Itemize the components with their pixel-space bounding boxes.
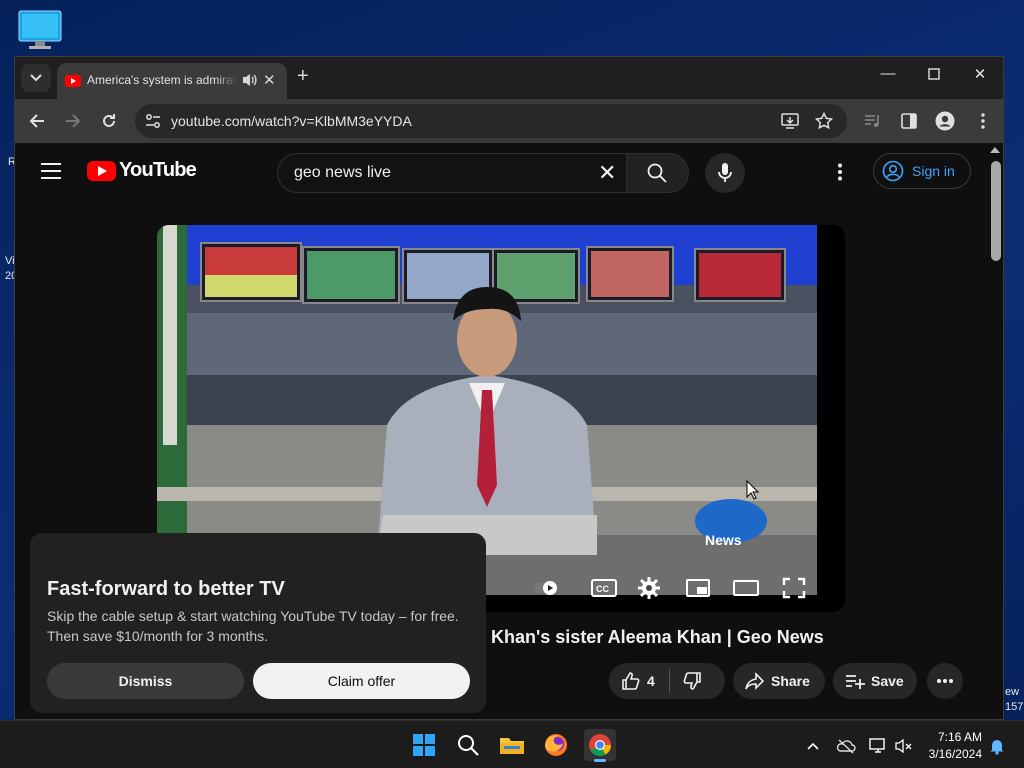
forward-button[interactable]	[61, 109, 85, 133]
youtube-logo-text: YouTube	[119, 159, 197, 181]
share-label: Share	[771, 673, 810, 689]
folder-icon	[500, 738, 524, 754]
windows-taskbar: 7:16 AM 3/16/2024	[0, 720, 1024, 768]
tab-search-button[interactable]	[21, 64, 51, 92]
channel-watermark: News	[705, 532, 742, 548]
firefox-button[interactable]	[540, 729, 572, 761]
video-title: Khan's sister Aleema Khan | Geo News	[491, 627, 824, 647]
taskbar-search-button[interactable]	[452, 729, 484, 761]
show-hidden-icons-button[interactable]	[804, 737, 822, 755]
like-dislike-group: 4	[609, 663, 725, 699]
captions-button[interactable]: CC	[591, 577, 617, 599]
share-button[interactable]: Share	[733, 663, 825, 699]
bookmark-star-icon[interactable]	[814, 111, 834, 130]
network-icon[interactable]	[868, 737, 886, 755]
notification-bell-icon[interactable]	[988, 737, 1006, 755]
desktop-text-fragment: 157	[1005, 701, 1024, 713]
dismiss-button[interactable]: Dismiss	[47, 663, 244, 699]
promo-title: Fast-forward to better TV	[47, 578, 285, 600]
back-button[interactable]	[25, 109, 49, 133]
reload-icon	[103, 114, 115, 127]
side-panel-icon[interactable]	[899, 111, 919, 131]
clock-date[interactable]: 3/16/2024	[924, 747, 982, 761]
miniplayer-button[interactable]	[685, 577, 711, 599]
tab-title: America's system is admiral	[87, 73, 236, 87]
more-options-icon[interactable]	[973, 111, 993, 131]
tab-strip: America's system is admiral ✕ + — ✕	[15, 57, 1003, 99]
arrow-right-icon	[66, 114, 81, 128]
claim-offer-button[interactable]: Claim offer	[253, 663, 470, 699]
firefox-icon	[545, 734, 567, 756]
search-icon	[458, 735, 479, 756]
clear-search-icon[interactable]: ✕	[598, 160, 616, 186]
user-circle-icon	[882, 160, 904, 182]
search-input[interactable]: geo news live ✕	[277, 153, 627, 193]
autoplay-toggle[interactable]	[533, 577, 559, 599]
mouse-cursor-icon	[746, 480, 760, 500]
youtube-tv-promo-dialog: Fast-forward to better TV Skip the cable…	[30, 533, 486, 713]
scroll-up-arrow[interactable]	[990, 147, 1000, 153]
install-app-icon[interactable]	[781, 112, 799, 130]
playlist-add-icon	[846, 675, 865, 689]
more-actions-button[interactable]	[927, 663, 963, 699]
new-tab-button[interactable]: +	[297, 65, 309, 88]
microphone-icon	[718, 163, 732, 182]
address-bar[interactable]: youtube.com/watch?v=KlbMM3eYYDA	[135, 104, 847, 138]
hamburger-menu-icon[interactable]	[41, 163, 61, 179]
minimize-button[interactable]: —	[873, 65, 903, 82]
site-info-icon[interactable]	[145, 113, 161, 129]
dislike-button[interactable]	[670, 671, 708, 691]
speaker-icon[interactable]	[241, 71, 257, 89]
chrome-icon	[589, 734, 611, 756]
gear-icon[interactable]	[638, 577, 664, 599]
chevron-down-icon	[30, 74, 42, 82]
this-pc-desktop-icon[interactable]	[18, 10, 62, 50]
thumbs-up-icon	[622, 672, 640, 690]
search-button[interactable]	[627, 153, 689, 193]
close-tab-icon[interactable]: ✕	[263, 71, 276, 89]
theater-mode-button[interactable]	[733, 577, 759, 599]
reload-button[interactable]	[97, 109, 121, 133]
voice-search-button[interactable]	[705, 153, 745, 193]
url-text: youtube.com/watch?v=KlbMM3eYYDA	[171, 113, 412, 129]
scrollbar-thumb[interactable]	[991, 161, 1001, 261]
like-button[interactable]: 4	[609, 671, 655, 691]
desktop-text-fragment: ew	[1005, 686, 1020, 698]
clock-time[interactable]: 7:16 AM	[934, 730, 982, 744]
file-explorer-button[interactable]	[496, 729, 528, 761]
more-horizontal-icon	[937, 679, 953, 683]
start-button[interactable]	[408, 729, 440, 761]
active-app-indicator	[594, 759, 606, 762]
promo-body: Skip the cable setup & start watching Yo…	[47, 608, 459, 644]
youtube-play-icon	[87, 160, 116, 181]
thumbs-down-icon	[683, 672, 701, 690]
settings-more-icon[interactable]	[837, 163, 843, 187]
profile-icon[interactable]	[935, 111, 955, 131]
like-count: 4	[647, 673, 655, 689]
youtube-logo[interactable]: YouTube	[87, 159, 197, 182]
share-arrow-icon	[745, 672, 765, 690]
fullscreen-button[interactable]	[781, 577, 807, 599]
save-button[interactable]: Save	[833, 663, 917, 699]
browser-toolbar: youtube.com/watch?v=KlbMM3eYYDA	[15, 99, 1003, 143]
media-controls-icon[interactable]	[863, 111, 883, 131]
save-label: Save	[871, 673, 904, 689]
search-icon	[647, 163, 667, 183]
sign-in-button[interactable]: Sign in	[873, 153, 971, 189]
chevron-up-icon	[807, 742, 819, 750]
arrow-left-icon	[29, 114, 44, 128]
search-query: geo news live	[294, 164, 391, 181]
onedrive-icon[interactable]	[836, 737, 856, 755]
youtube-favicon-icon	[65, 75, 81, 87]
chrome-button-active[interactable]	[584, 729, 616, 762]
sign-in-label: Sign in	[912, 163, 955, 179]
windows-logo-icon	[413, 734, 435, 756]
maximize-button[interactable]	[919, 65, 949, 84]
svg-text:CC: CC	[596, 584, 609, 594]
volume-muted-icon[interactable]	[894, 737, 912, 755]
close-window-button[interactable]: ✕	[965, 65, 995, 83]
browser-tab-active[interactable]: America's system is admiral ✕	[57, 63, 287, 99]
